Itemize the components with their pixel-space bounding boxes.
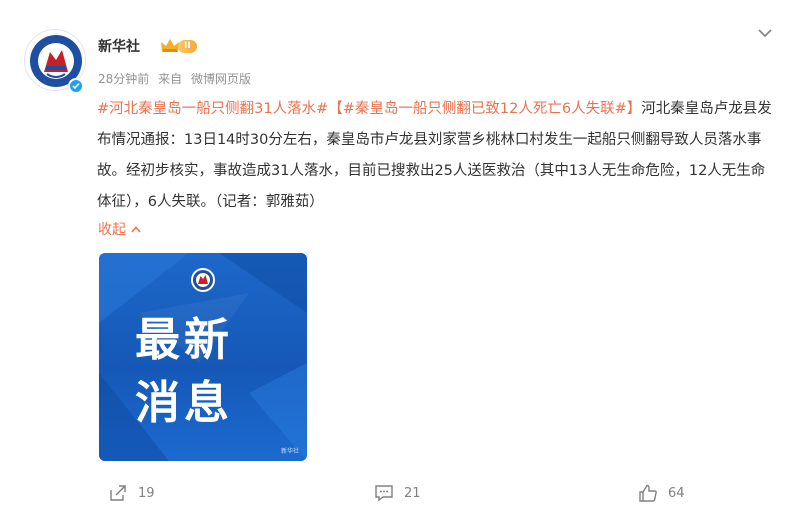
comment-button[interactable]: 21 bbox=[374, 484, 421, 502]
like-count: 64 bbox=[668, 485, 685, 501]
post-text: #河北秦皇岛一船只侧翻31人落水#【#秦皇岛一船只侧翻已致12人死亡6人失联#】… bbox=[97, 94, 777, 218]
comment-icon bbox=[375, 485, 393, 502]
image-title-line-2: 消息 bbox=[135, 376, 234, 429]
vip-level: II bbox=[178, 39, 197, 53]
like-button[interactable]: 64 bbox=[638, 484, 685, 502]
repost-button[interactable]: 19 bbox=[108, 484, 155, 502]
chevron-down-icon[interactable] bbox=[756, 26, 774, 40]
xinhua-logo-icon bbox=[191, 268, 215, 292]
verified-icon bbox=[68, 78, 84, 94]
like-icon bbox=[639, 484, 657, 502]
vip-badge[interactable]: II bbox=[160, 37, 208, 55]
chevron-up-icon bbox=[131, 226, 141, 233]
topic-link-2[interactable]: 【#秦皇岛一船只侧翻已致12人死亡6人失联#】 bbox=[328, 101, 641, 117]
image-title-line-1: 最新 bbox=[135, 313, 234, 366]
post-time[interactable]: 28分钟前 bbox=[98, 72, 149, 86]
action-bar: 19 21 64 bbox=[0, 484, 792, 512]
collapse-label: 收起 bbox=[98, 222, 126, 238]
collapse-button[interactable]: 收起 bbox=[98, 219, 142, 239]
post-meta: 28分钟前 来自 微博网页版 bbox=[98, 70, 251, 87]
post-source[interactable]: 微博网页版 bbox=[191, 72, 251, 86]
repost-icon bbox=[110, 485, 126, 501]
source-prefix: 来自 bbox=[158, 72, 183, 86]
vip-crown-icon bbox=[161, 39, 179, 52]
author-name[interactable]: 新华社 bbox=[98, 36, 140, 56]
repost-count: 19 bbox=[138, 485, 155, 501]
topic-link-1[interactable]: #河北秦皇岛一船只侧翻31人落水# bbox=[97, 101, 328, 117]
image-watermark: 新华社 bbox=[280, 448, 299, 455]
comment-count: 21 bbox=[404, 485, 421, 501]
post-image[interactable]: 最新 消息 新华社 bbox=[99, 253, 307, 461]
post-body: 河北秦皇岛卢龙县发布情况通报：13日14时30分左右，秦皇岛市卢龙县刘家营乡桃林… bbox=[97, 101, 772, 210]
